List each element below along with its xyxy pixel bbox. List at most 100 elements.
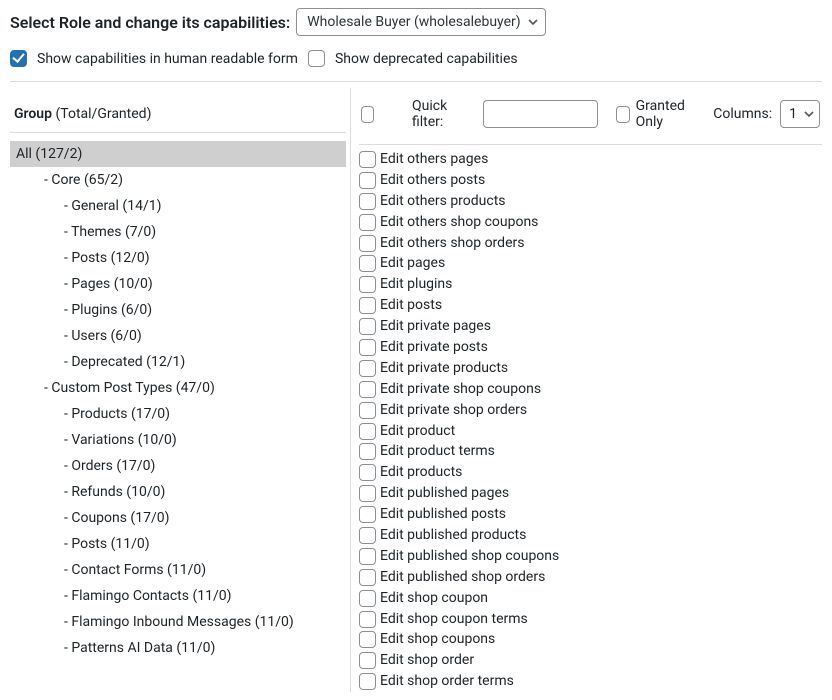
capability-label: Edit others posts bbox=[380, 171, 485, 190]
capability-row: Edit others pages bbox=[359, 149, 822, 170]
capability-label: Edit products bbox=[380, 463, 462, 482]
group-tree-pane: Group (Total/Granted) All (127/2)- Core … bbox=[10, 88, 350, 692]
group-tree-item[interactable]: - Pages (10/0) bbox=[10, 271, 346, 297]
role-select-value: Wholesale Buyer (wholesalebuyer) bbox=[307, 14, 520, 30]
capabilities-pane: Quick filter: Granted Only Columns: 1 Ed… bbox=[350, 88, 822, 692]
capability-row: Edit others shop coupons bbox=[359, 212, 822, 233]
deprecated-checkbox[interactable] bbox=[308, 50, 325, 67]
group-tree-item[interactable]: - Custom Post Types (47/0) bbox=[10, 375, 346, 401]
capability-label: Edit product terms bbox=[380, 442, 495, 461]
granted-only-label: Granted Only bbox=[636, 98, 696, 130]
capability-row: Edit products bbox=[359, 462, 822, 483]
capability-label: Edit private shop coupons bbox=[380, 380, 541, 399]
capability-row: Edit product terms bbox=[359, 441, 822, 462]
group-tree-item[interactable]: All (127/2) bbox=[10, 141, 346, 167]
group-tree-item[interactable]: - Deprecated (12/1) bbox=[10, 349, 346, 375]
capability-label: Edit published products bbox=[380, 526, 526, 545]
capability-checkbox[interactable] bbox=[359, 193, 376, 210]
capability-row: Edit private shop orders bbox=[359, 400, 822, 421]
capability-row: Edit shop coupon terms bbox=[359, 609, 822, 630]
capability-row: Edit published shop orders bbox=[359, 567, 822, 588]
capability-checkbox[interactable] bbox=[359, 151, 376, 168]
capability-label: Edit others pages bbox=[380, 150, 488, 169]
capability-checkbox[interactable] bbox=[359, 318, 376, 335]
capability-checkbox[interactable] bbox=[359, 631, 376, 648]
group-tree-item[interactable]: - Users (6/0) bbox=[10, 323, 346, 349]
capability-row: Edit shop coupons bbox=[359, 629, 822, 650]
deprecated-label: Show deprecated capabilities bbox=[335, 51, 518, 67]
capability-row: Edit posts bbox=[359, 295, 822, 316]
capability-checkbox[interactable] bbox=[359, 506, 376, 523]
human-readable-checkbox[interactable] bbox=[10, 50, 27, 67]
role-select[interactable]: Wholesale Buyer (wholesalebuyer) bbox=[296, 8, 545, 36]
group-tree-item[interactable]: - Refunds (10/0) bbox=[10, 479, 346, 505]
chevron-down-icon bbox=[527, 16, 539, 28]
group-tree-item[interactable]: - Posts (12/0) bbox=[10, 245, 346, 271]
capability-row: Edit private shop coupons bbox=[359, 379, 822, 400]
capability-row: Edit private products bbox=[359, 358, 822, 379]
capability-row: Edit pages bbox=[359, 253, 822, 274]
group-tree-item[interactable]: - Variations (10/0) bbox=[10, 427, 346, 453]
capability-checkbox[interactable] bbox=[359, 339, 376, 356]
granted-only-checkbox[interactable] bbox=[616, 106, 629, 123]
capability-row: Edit others products bbox=[359, 191, 822, 212]
quick-filter-label: Quick filter: bbox=[412, 98, 465, 130]
capability-checkbox[interactable] bbox=[359, 172, 376, 189]
capability-checkbox[interactable] bbox=[359, 235, 376, 252]
quick-filter-input[interactable] bbox=[483, 100, 598, 128]
group-tree-item[interactable]: - Posts (11/0) bbox=[10, 531, 346, 557]
capability-label: Edit private shop orders bbox=[380, 401, 527, 420]
capability-checkbox[interactable] bbox=[359, 485, 376, 502]
group-paren: (Total/Granted) bbox=[55, 106, 151, 122]
capability-checkbox[interactable] bbox=[359, 590, 376, 607]
group-tree-item[interactable]: - General (14/1) bbox=[10, 193, 346, 219]
group-tree-item[interactable]: - Contact Forms (11/0) bbox=[10, 557, 346, 583]
capability-checkbox[interactable] bbox=[359, 569, 376, 586]
capability-row: Edit published posts bbox=[359, 504, 822, 525]
capability-checkbox[interactable] bbox=[359, 611, 376, 628]
capability-checkbox[interactable] bbox=[359, 402, 376, 419]
capability-row: Edit private pages bbox=[359, 316, 822, 337]
capability-checkbox[interactable] bbox=[359, 214, 376, 231]
group-tree-item[interactable]: - Patterns AI Data (11/0) bbox=[10, 635, 346, 661]
group-title: Group bbox=[14, 106, 52, 122]
capability-row: Edit others shop orders bbox=[359, 233, 822, 254]
capability-label: Edit pages bbox=[380, 254, 445, 273]
capability-checkbox[interactable] bbox=[359, 381, 376, 398]
capability-checkbox[interactable] bbox=[359, 297, 376, 314]
group-tree-item[interactable]: - Plugins (6/0) bbox=[10, 297, 346, 323]
select-role-label: Select Role and change its capabilities: bbox=[10, 13, 290, 32]
capability-label: Edit private posts bbox=[380, 338, 488, 357]
group-tree-item[interactable]: - Orders (17/0) bbox=[10, 453, 346, 479]
capability-row: Edit plugins bbox=[359, 274, 822, 295]
capability-row: Edit others posts bbox=[359, 170, 822, 191]
capability-checkbox[interactable] bbox=[359, 464, 376, 481]
capability-label: Edit shop coupon bbox=[380, 589, 488, 608]
capability-row: Edit shop order bbox=[359, 650, 822, 671]
capability-row: Edit shop order terms bbox=[359, 671, 822, 692]
capability-checkbox[interactable] bbox=[359, 360, 376, 377]
capability-checkbox[interactable] bbox=[359, 276, 376, 293]
capability-label: Edit others products bbox=[380, 192, 506, 211]
capability-row: Edit published shop coupons bbox=[359, 546, 822, 567]
capability-label: Edit shop coupon terms bbox=[380, 610, 528, 629]
group-tree-item[interactable]: - Coupons (17/0) bbox=[10, 505, 346, 531]
capability-label: Edit shop order terms bbox=[380, 672, 514, 691]
capability-checkbox[interactable] bbox=[359, 548, 376, 565]
capability-checkbox[interactable] bbox=[359, 443, 376, 460]
human-readable-label: Show capabilities in human readable form bbox=[37, 51, 298, 67]
group-tree-item[interactable]: - Flamingo Inbound Messages (11/0) bbox=[10, 609, 346, 635]
select-all-checkbox[interactable] bbox=[361, 106, 374, 123]
capability-checkbox[interactable] bbox=[359, 423, 376, 440]
capability-checkbox[interactable] bbox=[359, 255, 376, 272]
capability-label: Edit private products bbox=[380, 359, 508, 378]
columns-select[interactable]: 1 bbox=[780, 100, 820, 128]
group-tree-item[interactable]: - Core (65/2) bbox=[10, 167, 346, 193]
group-tree-item[interactable]: - Flamingo Contacts (11/0) bbox=[10, 583, 346, 609]
capability-checkbox[interactable] bbox=[359, 527, 376, 544]
capability-label: Edit shop order bbox=[380, 651, 474, 670]
group-tree-item[interactable]: - Products (17/0) bbox=[10, 401, 346, 427]
capability-checkbox[interactable] bbox=[359, 673, 376, 690]
group-tree-item[interactable]: - Themes (7/0) bbox=[10, 219, 346, 245]
capability-label: Edit plugins bbox=[380, 275, 452, 294]
